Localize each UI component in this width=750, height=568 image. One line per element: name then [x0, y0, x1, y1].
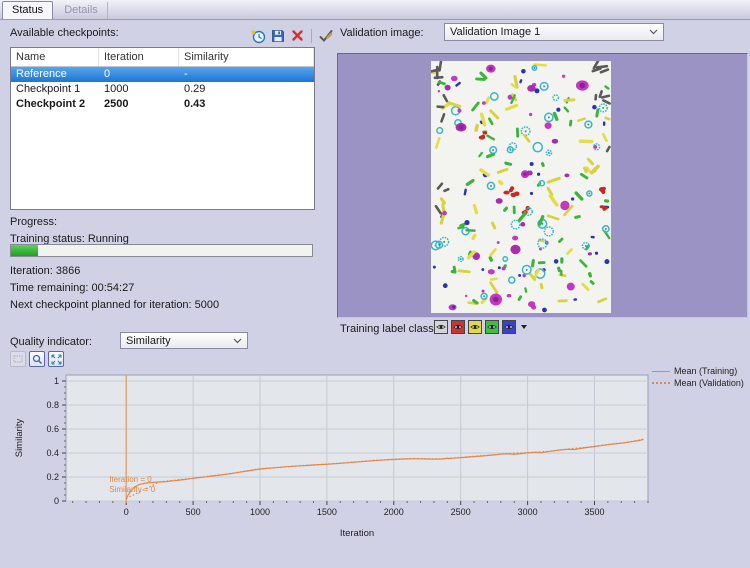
legend-item-training: Mean (Training)	[652, 365, 744, 377]
svg-text:0: 0	[54, 496, 59, 506]
svg-text:0.6: 0.6	[46, 424, 59, 434]
checkpoints-table: Name Iteration Similarity Reference 0 - …	[10, 47, 315, 210]
apply-checkpoint-button[interactable]	[317, 27, 334, 44]
svg-text:0.4: 0.4	[46, 448, 59, 458]
training-progress-bar	[10, 244, 313, 257]
validation-line-sample	[652, 382, 670, 384]
chevron-down-icon	[649, 29, 658, 35]
svg-text:Similarity = 0: Similarity = 0	[109, 485, 156, 494]
svg-text:0.2: 0.2	[46, 472, 59, 482]
zoom-button[interactable]	[29, 351, 45, 367]
eye-icon	[453, 323, 463, 331]
cell-name: Checkpoint 2	[11, 97, 99, 112]
label-class-toggle-1[interactable]	[451, 320, 465, 334]
svg-text:0: 0	[124, 507, 129, 517]
label-class-toggle-4[interactable]	[502, 320, 516, 334]
svg-text:1000: 1000	[250, 507, 270, 517]
validation-segmentation-image[interactable]	[431, 61, 611, 313]
column-header-name[interactable]: Name	[11, 48, 99, 66]
tab-details[interactable]: Details	[55, 2, 108, 19]
svg-text:500: 500	[186, 507, 201, 517]
table-row-checkpoint-2[interactable]: Checkpoint 2 2500 0.43	[11, 97, 314, 112]
validation-image-selected: Validation Image 1	[450, 26, 649, 38]
delete-icon	[291, 29, 304, 42]
iteration-text: Iteration: 3866	[10, 265, 80, 277]
magnifier-icon	[32, 354, 43, 365]
svg-text:2500: 2500	[451, 507, 471, 517]
eye-icon	[487, 323, 497, 331]
chevron-down-icon	[233, 338, 242, 344]
toolbar-separator	[311, 29, 312, 43]
training-status-panel: Status Details Available checkpoints:	[0, 0, 750, 568]
svg-text:0.8: 0.8	[46, 400, 59, 410]
svg-text:Similarity: Similarity	[14, 418, 25, 457]
progress-label: Progress:	[10, 216, 57, 228]
apply-checkmark-icon	[318, 28, 334, 44]
new-checkpoint-button[interactable]	[249, 27, 266, 44]
validation-image-dropdown[interactable]: Validation Image 1	[444, 23, 664, 41]
label-class-toggle-3[interactable]	[485, 320, 499, 334]
cell-iteration: 2500	[99, 97, 179, 112]
table-row-checkpoint-1[interactable]: Checkpoint 1 1000 0.29	[11, 82, 314, 97]
training-label-classes-label: Training label classes:	[340, 323, 448, 335]
tab-status[interactable]: Status	[2, 1, 53, 19]
quality-indicator-label: Quality indicator:	[10, 336, 92, 348]
training-line-sample	[652, 371, 670, 372]
similarity-chart: 0 500 1000 1500 2000 2500 3000 3500 0 0.2 0.4 0.6 0.…	[8, 370, 698, 556]
zoom-selection-button[interactable]	[10, 351, 26, 367]
fit-arrows-icon	[51, 354, 62, 365]
svg-text:Iteration: Iteration	[340, 528, 374, 539]
tab-bar: Status Details	[0, 0, 750, 20]
delete-checkpoint-button[interactable]	[289, 27, 306, 44]
validation-image-label: Validation image:	[340, 27, 424, 39]
legend-label: Mean (Training)	[674, 366, 737, 376]
save-checkpoint-button[interactable]	[269, 27, 286, 44]
available-checkpoints-label: Available checkpoints:	[10, 27, 119, 39]
svg-text:3500: 3500	[584, 507, 604, 517]
label-class-dropdown-arrow[interactable]	[521, 325, 527, 329]
column-header-iteration[interactable]: Iteration	[99, 48, 179, 66]
quality-indicator-selected: Similarity	[126, 335, 233, 347]
cell-similarity: -	[179, 67, 314, 82]
chart-toolbar	[10, 351, 64, 367]
legend-item-validation: Mean (Validation)	[652, 377, 744, 389]
svg-text:1500: 1500	[317, 507, 337, 517]
eye-icon	[470, 323, 480, 331]
progress-bar-fill	[11, 245, 38, 256]
next-checkpoint-text: Next checkpoint planned for iteration: 5…	[10, 299, 219, 311]
label-class-toggle-2[interactable]	[468, 320, 482, 334]
legend-label: Mean (Validation)	[674, 378, 744, 388]
checkpoint-toolbar	[249, 27, 334, 44]
fit-view-button[interactable]	[48, 351, 64, 367]
eye-icon	[504, 323, 514, 331]
zoom-selection-icon	[13, 354, 23, 364]
label-class-toggle-0[interactable]	[434, 320, 448, 334]
quality-indicator-dropdown[interactable]: Similarity	[120, 332, 248, 349]
table-row-reference[interactable]: Reference 0 -	[11, 67, 314, 82]
cell-similarity: 0.43	[179, 97, 314, 112]
column-header-similarity[interactable]: Similarity	[179, 48, 314, 66]
cell-name: Reference	[11, 67, 99, 82]
cell-iteration: 0	[99, 67, 179, 82]
cell-name: Checkpoint 1	[11, 82, 99, 97]
save-icon	[271, 29, 285, 43]
svg-text:2000: 2000	[384, 507, 404, 517]
label-class-toggles	[434, 320, 527, 334]
eye-icon	[436, 323, 446, 331]
cell-similarity: 0.29	[179, 82, 314, 97]
svg-text:Iteration = 0: Iteration = 0	[109, 475, 152, 484]
new-checkpoint-icon	[250, 28, 266, 44]
svg-text:3000: 3000	[518, 507, 538, 517]
checkpoints-table-header[interactable]: Name Iteration Similarity	[11, 48, 314, 67]
validation-image-panel	[337, 53, 748, 318]
time-remaining-text: Time remaining: 00:54:27	[10, 282, 134, 294]
svg-text:1: 1	[54, 376, 59, 386]
cell-iteration: 1000	[99, 82, 179, 97]
chart-legend: Mean (Training) Mean (Validation)	[652, 365, 744, 389]
